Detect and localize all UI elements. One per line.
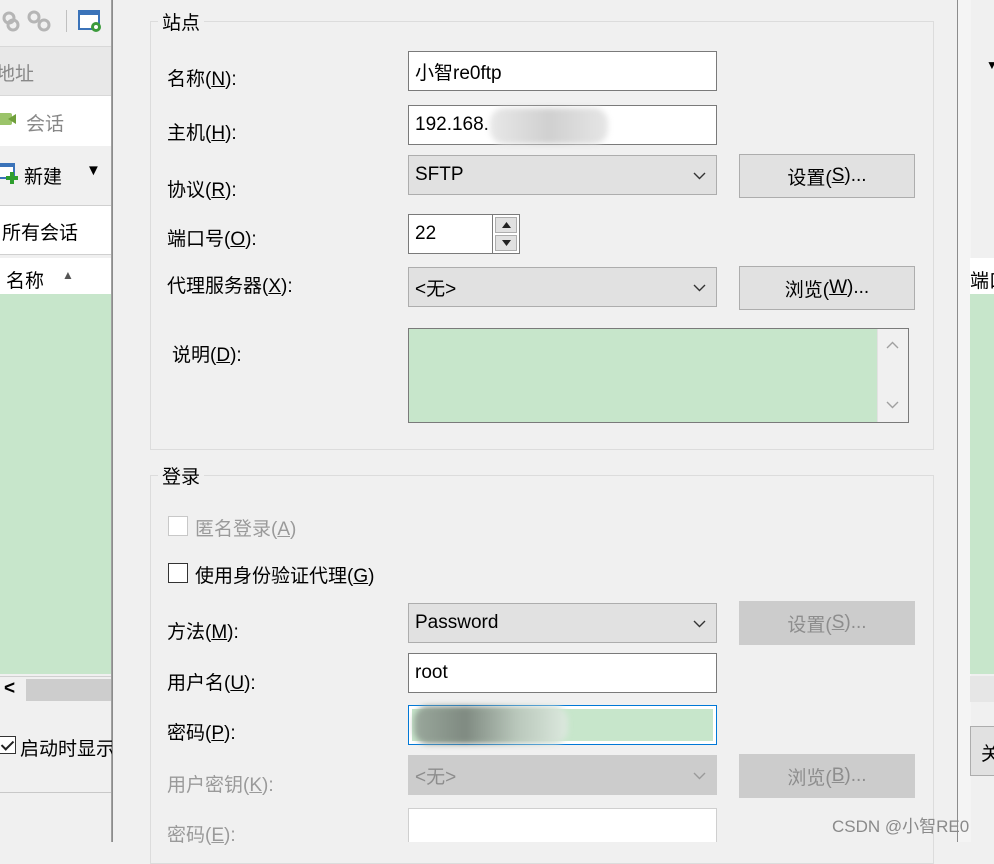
protocol-select[interactable]: SFTP xyxy=(408,155,717,195)
right-scrollbar[interactable] xyxy=(970,676,994,702)
session-tab[interactable]: 会话 xyxy=(0,96,111,146)
auth-agent-checkbox[interactable] xyxy=(168,563,188,583)
sort-up-icon: ▲ xyxy=(62,268,74,282)
description-scrollbar[interactable] xyxy=(877,329,908,422)
redacted-host xyxy=(490,108,608,144)
address-label: 地址 xyxy=(0,64,35,85)
user-key-browse-button[interactable]: 浏览(B)... xyxy=(739,754,915,798)
name-input[interactable]: 小智re0ftp xyxy=(408,51,717,91)
anonymous-label: 匿名登录(A) xyxy=(195,519,297,540)
name-value: 小智re0ftp xyxy=(415,62,502,84)
username-input[interactable]: root xyxy=(408,653,717,693)
username-value: root xyxy=(415,662,448,683)
port-stepper[interactable] xyxy=(492,214,520,254)
all-sessions-label: 所有会话 xyxy=(2,223,79,244)
method-select[interactable]: Password xyxy=(408,603,717,643)
close-button[interactable]: 关闭 xyxy=(970,726,994,776)
horizontal-scrollbar[interactable]: < xyxy=(0,676,111,703)
startup-checkbox-label: 启动时显示 xyxy=(20,739,116,760)
chevron-down-icon[interactable]: ▼ xyxy=(986,58,994,72)
column-header-port[interactable]: 端口 xyxy=(970,258,994,294)
spin-down-icon[interactable] xyxy=(495,235,517,251)
anonymous-checkbox[interactable] xyxy=(168,516,188,536)
session-icon xyxy=(0,113,16,125)
session-tab-label: 会话 xyxy=(26,114,65,135)
startup-checkbox[interactable] xyxy=(0,736,16,754)
new-session-label: 新建 xyxy=(24,167,63,188)
chevron-down-icon xyxy=(693,172,706,179)
passphrase-input[interactable] xyxy=(408,808,717,842)
user-key-select[interactable]: <无> xyxy=(408,755,717,795)
unlink-icon[interactable] xyxy=(26,8,54,34)
new-session-button[interactable]: 新建 ▼ xyxy=(0,150,111,196)
column-header-label: 名称 xyxy=(6,271,45,292)
address-bar[interactable]: 地址 xyxy=(0,46,111,96)
proxy-value: <无> xyxy=(415,278,457,300)
proxy-browse-button[interactable]: 浏览(W)... xyxy=(739,266,915,310)
chevron-down-icon xyxy=(693,284,706,291)
watermark: CSDN @小智RE0 xyxy=(832,817,970,836)
protocol-value: SFTP xyxy=(415,164,464,185)
method-label: 方法(M): xyxy=(167,622,239,643)
new-session-icon xyxy=(0,163,18,184)
port-input[interactable]: 22 xyxy=(408,214,494,254)
port-label: 端口号(O): xyxy=(167,229,257,250)
description-textarea[interactable] xyxy=(408,328,909,423)
port-value: 22 xyxy=(415,223,437,244)
chevron-down-icon xyxy=(693,620,706,627)
redacted-password xyxy=(414,706,568,744)
scroll-left-icon[interactable]: < xyxy=(4,678,15,700)
scroll-up-icon[interactable] xyxy=(886,341,899,349)
host-value: 192.168. xyxy=(415,114,489,135)
left-toolbar xyxy=(0,0,111,42)
spin-up-icon[interactable] xyxy=(495,217,517,233)
link-icon[interactable] xyxy=(2,10,20,32)
host-label: 主机(H): xyxy=(167,123,237,144)
proxy-label: 代理服务器(X): xyxy=(167,276,293,297)
name-label: 名称(N): xyxy=(167,69,237,90)
background-window-left: 地址 会话 新建 ▼ 所有会话 名称 ▲ < 启动时显示 xyxy=(0,0,115,842)
scrollbar-thumb[interactable] xyxy=(26,679,111,701)
left-footer: 启动时显示 xyxy=(0,702,115,792)
protocol-settings-button[interactable]: 设置(S)... xyxy=(739,154,915,198)
password-label: 密码(P): xyxy=(167,723,236,744)
auth-agent-label: 使用身份验证代理(G) xyxy=(195,566,375,587)
dropdown-arrow-icon[interactable]: ▼ xyxy=(86,162,101,179)
protocol-label: 协议(R): xyxy=(167,180,237,201)
divider xyxy=(0,792,111,793)
method-settings-button[interactable]: 设置(S)... xyxy=(739,601,915,645)
toolbar-separator xyxy=(66,10,67,32)
chevron-down-icon xyxy=(693,772,706,779)
username-label: 用户名(U): xyxy=(167,673,256,694)
column-header-name[interactable]: 名称 ▲ xyxy=(0,258,111,294)
user-key-value: <无> xyxy=(415,766,457,788)
proxy-select[interactable]: <无> xyxy=(408,267,717,307)
site-group-title: 站点 xyxy=(162,13,201,34)
method-value: Password xyxy=(415,612,499,633)
session-list[interactable] xyxy=(0,294,111,674)
all-sessions-selector[interactable]: 所有会话 xyxy=(0,205,111,255)
description-label: 说明(D): xyxy=(172,345,242,366)
user-key-label: 用户密钥(K): xyxy=(167,775,274,796)
dialog-right-edge xyxy=(956,0,971,842)
passphrase-label: 密码(E): xyxy=(167,825,236,846)
scroll-down-icon[interactable] xyxy=(886,401,899,409)
settings-window-icon[interactable] xyxy=(78,8,104,34)
login-group-title: 登录 xyxy=(162,467,201,488)
close-button-label: 关闭 xyxy=(981,739,994,766)
column-header-port-label: 端口 xyxy=(970,271,994,292)
right-list[interactable] xyxy=(970,294,994,674)
